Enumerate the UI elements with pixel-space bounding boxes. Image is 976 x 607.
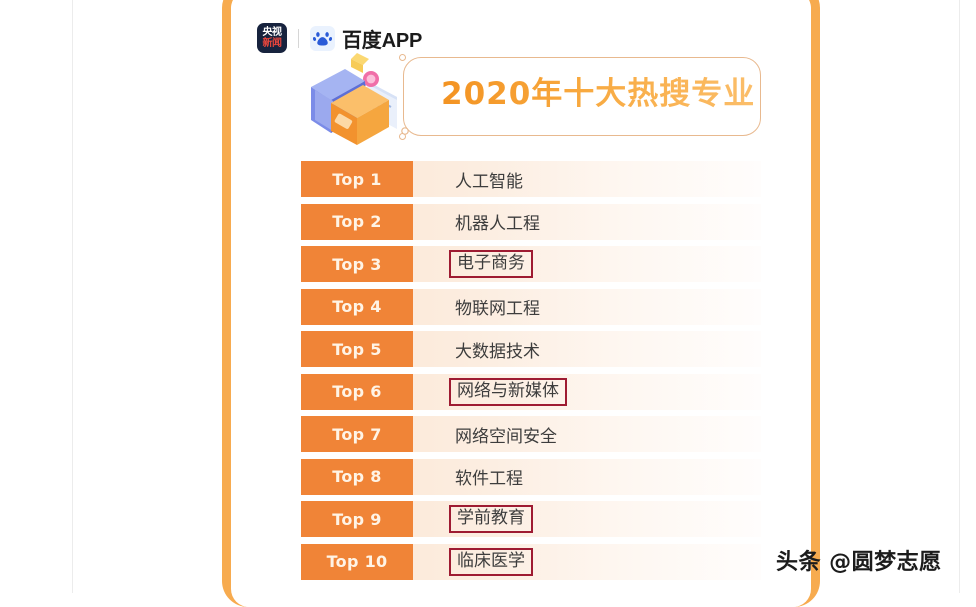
ranking-row: Top 3 电子商务 xyxy=(301,246,761,282)
ranking-row: Top 8 软件工程 xyxy=(301,458,761,495)
ranking-row: Top 10 临床医学 xyxy=(301,543,761,580)
cctv-logo-line-2: 新闻 xyxy=(262,38,283,49)
major-name: 网络空间安全 xyxy=(455,426,557,447)
major-name: 软件工程 xyxy=(455,469,523,489)
rank-badge: Top 10 xyxy=(301,543,413,580)
rank-badge: Top 7 xyxy=(301,416,413,452)
rank-badge: Top 5 xyxy=(301,331,413,367)
infographic-card: 央视 新闻 百度APP 2020年十大热搜专业 Top 1 人工智能 Top 2… xyxy=(222,0,820,607)
major-name: 人工智能 xyxy=(455,171,523,192)
rank-badge: Top 3 xyxy=(301,246,413,282)
rank-badge: Top 8 xyxy=(301,458,413,495)
right-gutter-rule xyxy=(959,0,960,593)
major-name-highlighted: 网络与新媒体 xyxy=(449,377,567,406)
watermark-label: 头条 @圆梦志愿 xyxy=(776,550,942,575)
ranking-row: Top 2 机器人工程 xyxy=(301,203,761,240)
rank-badge: Top 6 xyxy=(301,373,413,410)
cctv-news-logo: 央视 新闻 xyxy=(257,23,287,53)
major-name: 物联网工程 xyxy=(455,299,540,319)
rank-badge: Top 2 xyxy=(301,203,413,240)
ranking-row: Top 9 学前教育 xyxy=(301,501,761,537)
major-name-highlighted: 电子商务 xyxy=(449,250,533,278)
page-background: 央视 新闻 百度APP 2020年十大热搜专业 Top 1 人工智能 Top 2… xyxy=(0,0,976,607)
major-name-highlighted: 学前教育 xyxy=(449,505,533,533)
rank-badge: Top 4 xyxy=(301,288,413,325)
rank-badge: Top 9 xyxy=(301,501,413,537)
ranking-row: Top 4 物联网工程 xyxy=(301,288,761,325)
ranking-row: Top 5 大数据技术 xyxy=(301,331,761,367)
major-name-highlighted: 临床医学 xyxy=(449,547,533,576)
left-gutter-rule xyxy=(72,0,73,593)
ranking-row: Top 6 网络与新媒体 xyxy=(301,373,761,410)
books-and-screen-illustration xyxy=(311,53,409,145)
title-band: 2020年十大热搜专业 xyxy=(301,53,761,145)
brand-divider xyxy=(298,28,299,48)
page-title: 2020年十大热搜专业 xyxy=(441,68,755,113)
major-name: 机器人工程 xyxy=(455,214,540,234)
ranking-list: Top 1 人工智能 Top 2 机器人工程 Top 3 电子商务 Top 4 物联网工程 To… xyxy=(301,161,761,586)
rank-badge: Top 1 xyxy=(301,161,413,197)
cctv-logo-line-1: 央视 xyxy=(262,27,283,38)
ranking-row: Top 1 人工智能 xyxy=(301,161,761,197)
ranking-row: Top 7 网络空间安全 xyxy=(301,416,761,452)
major-name: 大数据技术 xyxy=(455,341,540,362)
infographic-card-inner: 央视 新闻 百度APP 2020年十大热搜专业 Top 1 人工智能 Top 2… xyxy=(231,0,811,607)
